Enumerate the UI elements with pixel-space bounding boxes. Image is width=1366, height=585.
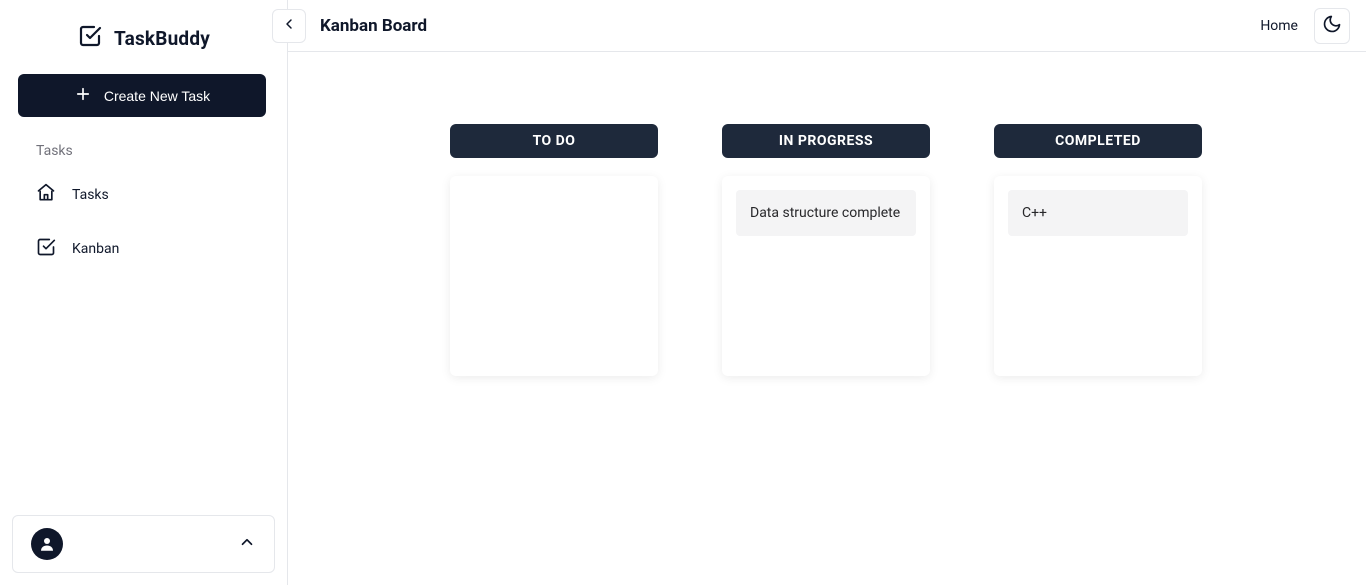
kanban-column-inprogress: IN PROGRESS Data structure complete <box>722 124 930 553</box>
kanban-card[interactable]: Data structure complete <box>736 190 916 236</box>
avatar <box>31 528 63 560</box>
topbar: Kanban Board Home <box>288 0 1366 52</box>
home-icon <box>36 183 56 207</box>
page-title: Kanban Board <box>320 16 427 36</box>
chevron-up-icon <box>238 533 256 555</box>
column-body[interactable] <box>450 176 658 376</box>
logo[interactable]: TaskBuddy <box>18 18 269 74</box>
sidebar: TaskBuddy Create New Task Tasks <box>0 0 288 585</box>
home-link[interactable]: Home <box>1260 18 1298 34</box>
kanban-column-todo: TO DO <box>450 124 658 553</box>
sidebar-item-kanban[interactable]: Kanban <box>18 229 269 269</box>
profile-card[interactable] <box>12 515 275 573</box>
column-header: COMPLETED <box>994 124 1202 158</box>
nav-section-label: Tasks <box>36 143 269 159</box>
column-body[interactable]: C++ <box>994 176 1202 376</box>
kanban-column-completed: COMPLETED C++ <box>994 124 1202 553</box>
moon-icon <box>1322 14 1342 37</box>
sidebar-item-label: Kanban <box>72 241 119 257</box>
theme-toggle-button[interactable] <box>1314 8 1350 44</box>
app-name: TaskBuddy <box>114 27 210 50</box>
check-square-icon <box>36 237 56 261</box>
main: Kanban Board Home TO DO <box>288 0 1366 585</box>
create-task-button[interactable]: Create New Task <box>18 74 266 117</box>
logo-icon <box>78 24 102 52</box>
sidebar-item-tasks[interactable]: Tasks <box>18 175 269 215</box>
column-header: TO DO <box>450 124 658 158</box>
create-task-label: Create New Task <box>104 88 210 104</box>
plus-icon <box>74 85 92 106</box>
back-button[interactable] <box>272 9 306 43</box>
kanban-card[interactable]: C++ <box>1008 190 1188 236</box>
column-header: IN PROGRESS <box>722 124 930 158</box>
chevron-left-icon <box>281 16 297 35</box>
sidebar-item-label: Tasks <box>72 187 109 203</box>
kanban-board: TO DO IN PROGRESS Data structure complet… <box>288 52 1366 585</box>
column-body[interactable]: Data structure complete <box>722 176 930 376</box>
